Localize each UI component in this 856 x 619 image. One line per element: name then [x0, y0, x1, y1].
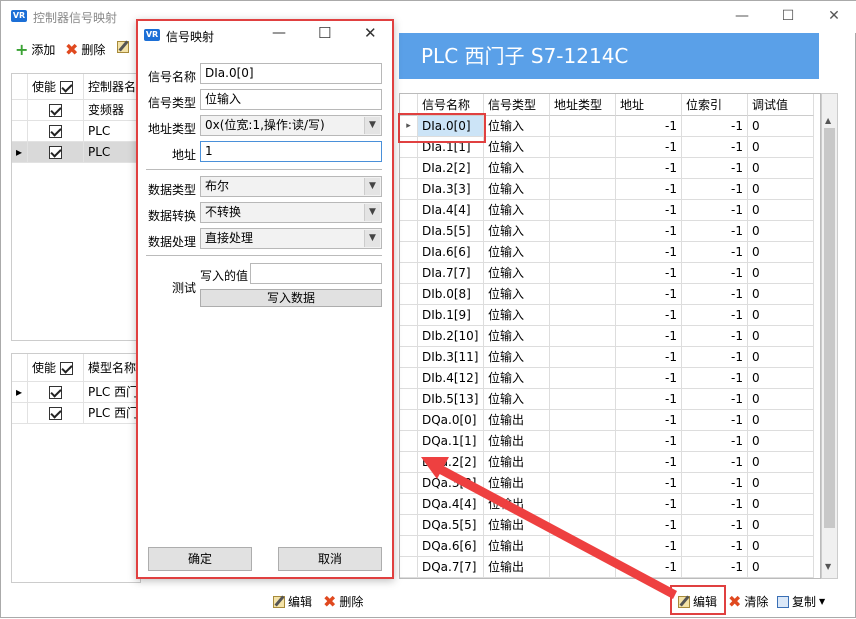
data-convert-select[interactable]: 不转换 ▼ — [200, 202, 382, 223]
write-value-label: 写入的值 — [200, 269, 249, 283]
address-input[interactable]: 1 — [200, 141, 382, 162]
chevron-down-icon[interactable]: ▼ — [364, 178, 380, 195]
data-type-select[interactable]: 布尔 ▼ — [200, 176, 382, 197]
dialog-maximize-icon[interactable]: ☐ — [318, 24, 331, 42]
data-process-select[interactable]: 直接处理 ▼ — [200, 228, 382, 249]
data-type-label: 数据类型 — [148, 183, 197, 197]
dialog-separator — [146, 169, 382, 170]
address-type-select[interactable]: 0x(位宽:1,操作:读/写) ▼ — [200, 115, 382, 136]
chevron-down-icon[interactable]: ▼ — [364, 117, 380, 134]
signal-name-label: 信号名称 — [148, 70, 197, 84]
cancel-button[interactable]: 取消 — [278, 547, 382, 571]
dialog-title: 信号映射 — [166, 30, 215, 44]
main-window: VR 控制器信号映射 — ☐ ✕ + 添加 ✖ 删除 使能 控制器名称 变频器P… — [0, 0, 856, 618]
signal-type-label: 信号类型 — [148, 96, 197, 110]
dialog-logo-icon: VR — [144, 29, 160, 41]
dialog-minimize-icon[interactable]: — — [272, 25, 286, 41]
signal-name-input[interactable]: DIa.0[0] — [200, 63, 382, 84]
write-data-button[interactable]: 写入数据 — [200, 289, 382, 307]
chevron-down-icon[interactable]: ▼ — [364, 204, 380, 221]
write-value-input[interactable] — [250, 263, 382, 284]
test-label: 测试 — [172, 281, 197, 295]
dialog-close-icon[interactable]: ✕ — [364, 24, 377, 42]
data-process-label: 数据处理 — [148, 235, 197, 249]
ok-button[interactable]: 确定 — [148, 547, 252, 571]
annotation-arrow — [421, 457, 677, 599]
dialog-title-bar: VR 信号映射 — ☐ ✕ — [138, 21, 392, 49]
signal-type-input[interactable]: 位输入 — [200, 89, 382, 110]
signal-mapping-dialog: VR 信号映射 — ☐ ✕ 信号名称 DIa.0[0] 信号类型 位输入 地址类… — [136, 19, 394, 579]
chevron-down-icon[interactable]: ▼ — [364, 230, 380, 247]
data-convert-label: 数据转换 — [148, 209, 197, 223]
address-type-label: 地址类型 — [148, 122, 197, 136]
address-label: 地址 — [172, 148, 197, 162]
dialog-separator — [146, 255, 382, 256]
